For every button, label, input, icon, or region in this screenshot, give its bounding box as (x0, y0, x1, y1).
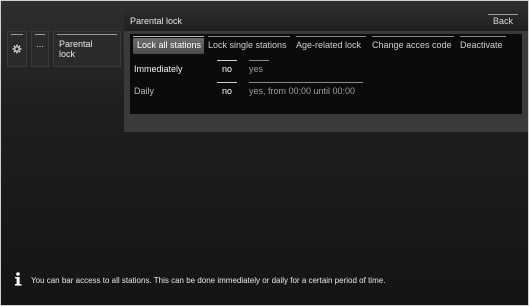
more-tile[interactable]: ... (31, 31, 49, 67)
option-label: no (221, 86, 232, 96)
option-label: yes (249, 64, 264, 74)
tab-label: Age-related lock (296, 40, 362, 50)
option-topline (249, 60, 269, 61)
info-text: You can bar access to all stations. This… (31, 276, 386, 285)
option-label: yes, from 00:00 until 00:00 (249, 86, 356, 96)
option-topline (217, 82, 237, 83)
tab-topline (460, 36, 506, 37)
more-label: ... (36, 39, 44, 49)
info-bar: You can bar access to all stations. This… (13, 272, 513, 287)
immediately-yes-option[interactable]: yes (249, 60, 269, 74)
tab-topline (296, 36, 366, 37)
tab-deactivate[interactable]: Deactivate (460, 36, 506, 54)
parental-label-line1: Parental (59, 39, 93, 49)
panel-title: Parental lock (130, 16, 183, 26)
tab-label: Deactivate (460, 40, 503, 50)
tab-lock-single-stations[interactable]: Lock single stations (208, 36, 290, 54)
tab-change-acces-code[interactable]: Change acces code (372, 36, 454, 54)
info-icon (15, 272, 22, 286)
option-topline (249, 82, 363, 83)
tab-label: Lock single stations (208, 40, 287, 50)
panel-header: Parental lock Back (124, 10, 528, 31)
option-label: no (221, 64, 232, 74)
parental-lock-tile[interactable]: Parental lock (53, 31, 121, 67)
tab-topline (208, 36, 290, 37)
immediately-no-option[interactable]: no (217, 60, 237, 74)
tab-age-related-lock[interactable]: Age-related lock (296, 36, 366, 54)
panel-content: Lock all stations Lock single stations A… (130, 34, 522, 114)
tab-topline (133, 36, 204, 37)
gear-icon (12, 44, 22, 54)
daily-no-option[interactable]: no (217, 82, 237, 96)
parental-label-line2: lock (59, 49, 76, 59)
tab-lock-all-stations[interactable]: Lock all stations (133, 36, 204, 54)
tile-topline (11, 34, 23, 35)
tab-label: Lock all stations (137, 40, 202, 50)
tab-topline (372, 36, 454, 37)
daily-schedule-option[interactable]: yes, from 00:00 until 00:00 (249, 82, 363, 96)
parental-lock-panel: Parental lock Back Lock all stations Loc… (124, 10, 528, 132)
daily-label: Daily (134, 86, 155, 96)
back-button[interactable]: Back (488, 14, 518, 27)
tv-screen: ... Parental lock Parental lock Back Loc… (1, 1, 528, 305)
tile-topline (35, 34, 45, 35)
tile-topline (57, 34, 117, 35)
tab-bar: Lock all stations Lock single stations A… (130, 34, 522, 56)
immediately-label: Immediately (134, 64, 183, 74)
option-topline (217, 60, 237, 61)
settings-tile[interactable] (7, 31, 27, 67)
tab-label: Change acces code (372, 40, 452, 50)
